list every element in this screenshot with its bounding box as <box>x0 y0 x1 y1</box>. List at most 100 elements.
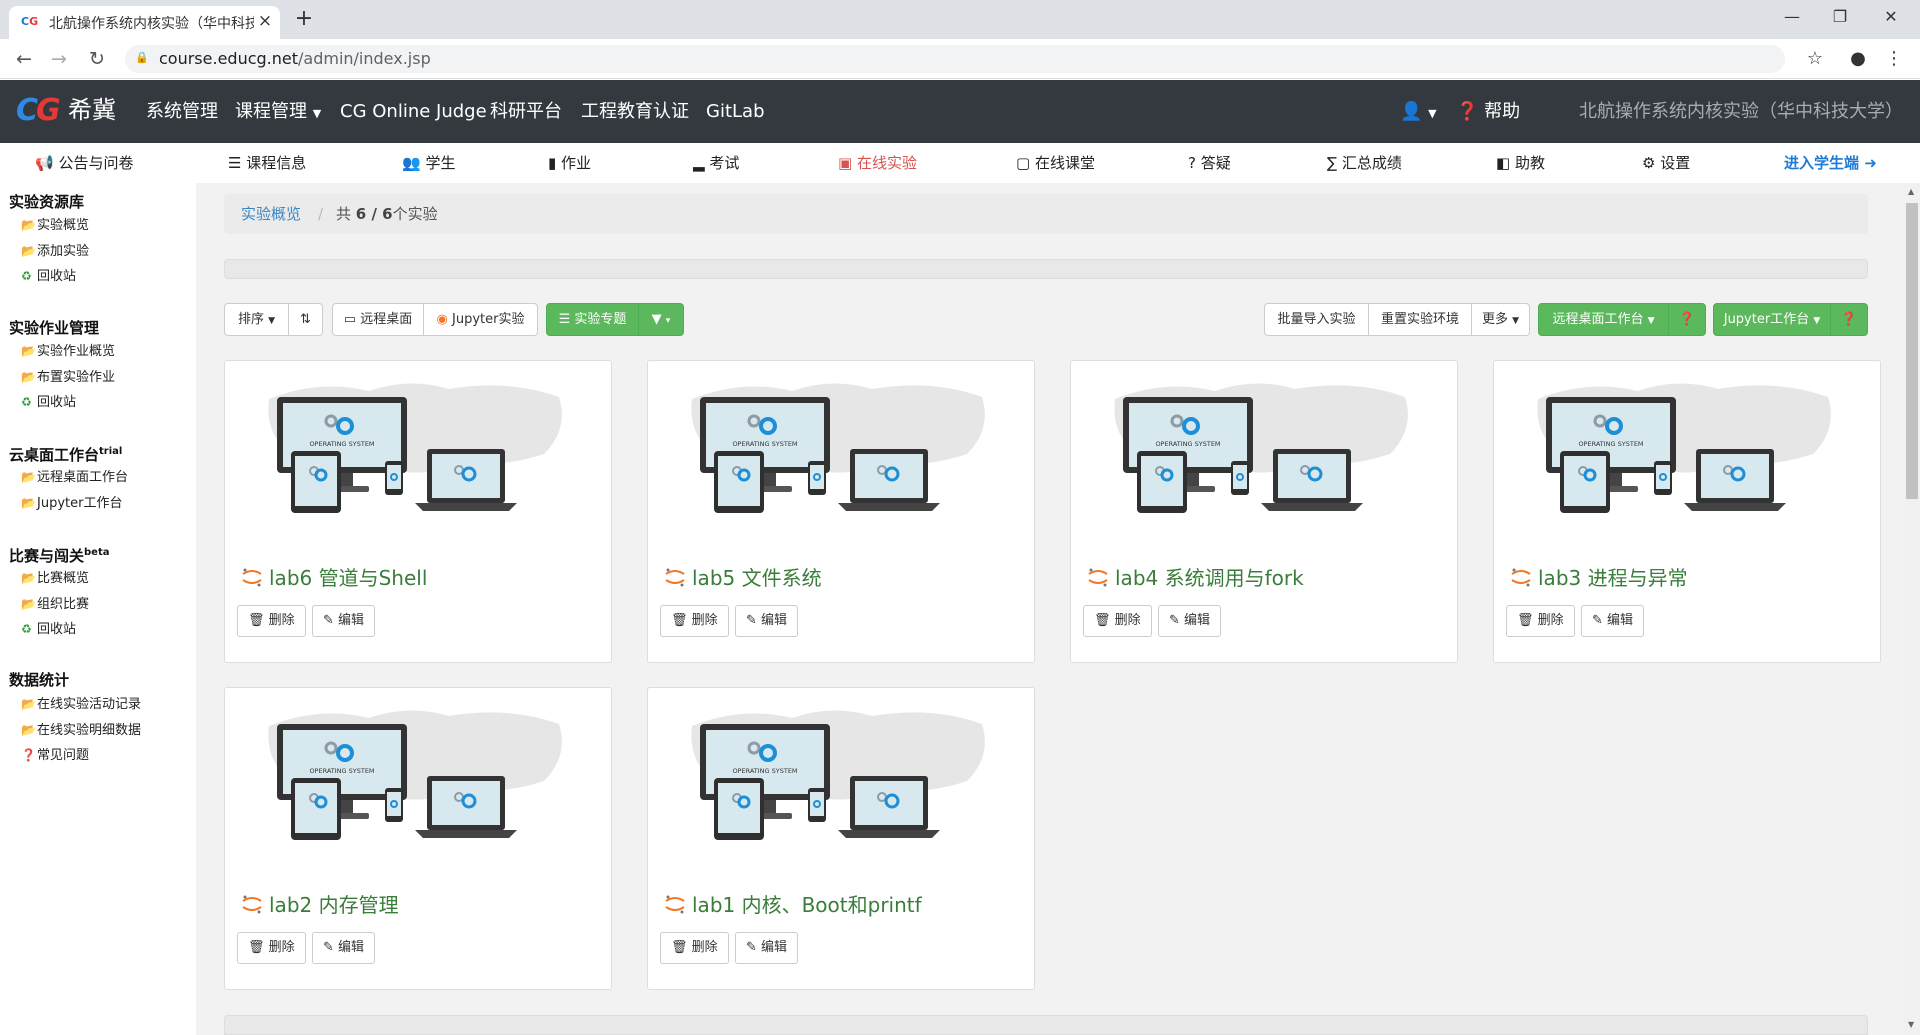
forward-icon[interactable]: → <box>47 47 71 71</box>
remote-workbench-help-button[interactable]: ❓ <box>1668 303 1706 336</box>
lab-title[interactable]: lab5 文件系统 <box>664 564 1024 592</box>
scroll-thumb[interactable] <box>1906 203 1918 499</box>
sidebar-item-add-lab[interactable]: 📂添加实验 <box>21 242 89 261</box>
restore-icon[interactable]: ❐ <box>1825 5 1855 29</box>
sidebar-item-jupyter-workbench[interactable]: 📂Jupyter工作台 <box>21 494 122 513</box>
scroll-down-icon[interactable]: ▼ <box>1908 1021 1916 1029</box>
subnav-ta[interactable]: ◧ 助教 <box>1496 153 1545 173</box>
menu-icon[interactable]: ⋮ <box>1882 47 1906 71</box>
sidebar-item-lab-overview[interactable]: 📂实验概览 <box>21 216 89 235</box>
edit-lab-button[interactable]: ✎ 编辑 <box>1158 605 1222 637</box>
edit-lab-button[interactable]: ✎ 编辑 <box>735 932 799 964</box>
subnav-course-info[interactable]: ☰ 课程信息 <box>228 153 306 173</box>
sort-direction-button[interactable]: ⇅ <box>288 303 323 336</box>
new-tab-icon[interactable]: + <box>292 7 316 31</box>
sidebar-item-remote-workbench[interactable]: 📂远程桌面工作台 <box>21 468 128 487</box>
subnav-online-class[interactable]: ▢ 在线课堂 <box>1016 153 1095 173</box>
profile-icon[interactable]: ● <box>1846 47 1870 71</box>
folder-open-icon: 📂 <box>21 597 36 611</box>
subnav-students[interactable]: 👥 学生 <box>402 153 455 173</box>
more-dropdown[interactable]: 更多 ▼ <box>1471 303 1530 336</box>
topic-filter-dropdown[interactable]: ▼ ▾ <box>638 303 684 336</box>
sidebar-item-assign-homework[interactable]: 📂布置实验作业 <box>21 368 115 387</box>
sidebar-item-homework-overview[interactable]: 📂实验作业概览 <box>21 342 115 361</box>
sidebar-item-faq[interactable]: ❓常见问题 <box>21 746 89 765</box>
page-scrollbar[interactable]: ▲ ▼ <box>1904 183 1920 1035</box>
subnav-announcements[interactable]: 📢 公告与问卷 <box>35 153 133 173</box>
edit-lab-button[interactable]: ✎ 编辑 <box>735 605 799 637</box>
delete-lab-button[interactable]: 🗑 删除 <box>237 605 306 637</box>
subnav-online-lab[interactable]: ▣ 在线实验 <box>838 153 917 173</box>
lab-title[interactable]: lab1 内核、Boot和printf <box>664 891 1024 919</box>
reset-env-button[interactable]: 重置实验环境 <box>1368 303 1472 336</box>
sidebar-item-detail-data[interactable]: 📂在线实验明细数据 <box>21 721 141 740</box>
minimize-icon[interactable]: — <box>1777 5 1807 29</box>
subnav-qa[interactable]: ? 答疑 <box>1188 153 1231 173</box>
breadcrumb: 实验概览 / 共 6 / 6个实验 <box>224 194 1868 234</box>
edit-lab-button[interactable]: ✎ 编辑 <box>312 932 376 964</box>
sidebar-item-recycle-bin[interactable]: ♻ 回收站 <box>21 620 76 639</box>
scroll-up-icon[interactable]: ▲ <box>1908 188 1916 196</box>
lab-card[interactable]: OPERATING SYSTEM lab2 内存管理 🗑 删除 ✎ 编辑 <box>224 687 612 990</box>
sidebar-item-organize-contest[interactable]: 📂组织比赛 <box>21 595 89 614</box>
lab-title[interactable]: lab2 内存管理 <box>241 891 601 919</box>
sidebar-section-statistics: 数据统计 <box>9 671 70 689</box>
edit-lab-button[interactable]: ✎ 编辑 <box>1581 605 1645 637</box>
window-close-icon[interactable]: ✕ <box>1876 5 1906 29</box>
caret-down-icon: ▾ <box>665 316 671 326</box>
help-link[interactable]: ❓ 帮助 <box>1456 100 1520 124</box>
sidebar-item-activity-log[interactable]: 📂在线实验活动记录 <box>21 695 141 714</box>
browser-tab[interactable]: CG 北航操作系统内核实验（华中科技 × <box>9 6 280 39</box>
lab-card[interactable]: OPERATING SYSTEM lab5 文件系统 🗑 删除 ✎ 编辑 <box>647 360 1035 663</box>
back-icon[interactable]: ← <box>12 47 36 71</box>
jupyter-workbench-help-button[interactable]: ❓ <box>1830 303 1868 336</box>
delete-lab-button[interactable]: 🗑 删除 <box>237 932 306 964</box>
remote-workbench-dropdown[interactable]: 远程桌面工作台 ▼ <box>1538 303 1669 336</box>
bookmark-star-icon[interactable]: ☆ <box>1803 47 1827 71</box>
nav-system-admin[interactable]: 系统管理 <box>146 100 218 124</box>
close-icon[interactable]: × <box>255 11 275 31</box>
trash-icon: 🗑 <box>248 613 265 628</box>
lab-card[interactable]: OPERATING SYSTEM lab1 内核、Boot和printf 🗑 删… <box>647 687 1035 990</box>
sidebar-item-contest-overview[interactable]: 📂比赛概览 <box>21 569 89 588</box>
lab-title[interactable]: lab6 管道与Shell <box>241 564 601 592</box>
nav-research[interactable]: 科研平台 <box>490 100 562 124</box>
lab-card[interactable]: OPERATING SYSTEM lab4 系统调用与fork 🗑 删除 ✎ 编… <box>1070 360 1458 663</box>
subnav-grades[interactable]: ∑ 汇总成绩 <box>1327 153 1402 173</box>
breadcrumb-lab-overview[interactable]: 实验概览 <box>241 204 301 224</box>
delete-lab-button[interactable]: 🗑 删除 <box>660 605 729 637</box>
sigma-icon: ∑ <box>1327 154 1338 172</box>
jupyter-workbench-dropdown[interactable]: Jupyter工作台 ▼ <box>1713 303 1831 336</box>
lab-title[interactable]: lab4 系统调用与fork <box>1087 564 1447 592</box>
nav-course-admin[interactable]: 课程管理 ▼ <box>235 100 321 126</box>
delete-lab-button[interactable]: 🗑 删除 <box>1083 605 1152 637</box>
edit-lab-button[interactable]: ✎ 编辑 <box>312 605 376 637</box>
enter-student-view[interactable]: 进入学生端 ➜ <box>1784 153 1877 173</box>
subnav-settings[interactable]: ⚙ 设置 <box>1642 153 1690 173</box>
sidebar-item-label: Jupyter工作台 <box>37 496 123 511</box>
logo-text: 希冀 <box>68 96 116 124</box>
batch-import-button[interactable]: 批量导入实验 <box>1264 303 1369 336</box>
sidebar-item-recycle-bin[interactable]: ♻ 回收站 <box>21 393 76 412</box>
nav-cg-online-judge[interactable]: CG Online Judge <box>340 100 487 124</box>
lab-card[interactable]: OPERATING SYSTEM lab3 进程与异常 🗑 删除 ✎ 编辑 <box>1493 360 1881 663</box>
delete-lab-button[interactable]: 🗑 删除 <box>1506 605 1575 637</box>
nav-engineering-cert[interactable]: 工程教育认证 <box>581 100 689 124</box>
nav-gitlab[interactable]: GitLab <box>706 100 765 124</box>
subnav-homework[interactable]: ▮ 作业 <box>548 153 591 173</box>
jupyter-lab-filter[interactable]: ◉ Jupyter实验 <box>423 303 538 336</box>
subnav-exam[interactable]: ▂ 考试 <box>693 153 739 173</box>
sidebar-item-recycle-bin[interactable]: ♻ 回收站 <box>21 267 76 286</box>
subnav-label: 助教 <box>1514 154 1545 172</box>
pagination-bar <box>224 1015 1868 1035</box>
lab-topic-button[interactable]: ☰ 实验专题 <box>546 303 639 336</box>
logo[interactable]: CG 希冀 <box>16 93 120 129</box>
user-menu[interactable]: 👤 ▼ <box>1400 100 1437 126</box>
lab-title[interactable]: lab3 进程与异常 <box>1510 564 1870 592</box>
lab-card[interactable]: OPERATING SYSTEM lab6 管道与Shell 🗑 删除 ✎ 编辑 <box>224 360 612 663</box>
delete-lab-button[interactable]: 🗑 删除 <box>660 932 729 964</box>
reload-icon[interactable]: ↻ <box>85 47 109 71</box>
url-field[interactable]: 🔒 course.educg.net/admin/index.jsp <box>125 45 1785 73</box>
remote-desktop-filter[interactable]: ▭ 远程桌面 <box>332 303 424 336</box>
sort-button[interactable]: 排序 ▼ <box>224 303 289 336</box>
